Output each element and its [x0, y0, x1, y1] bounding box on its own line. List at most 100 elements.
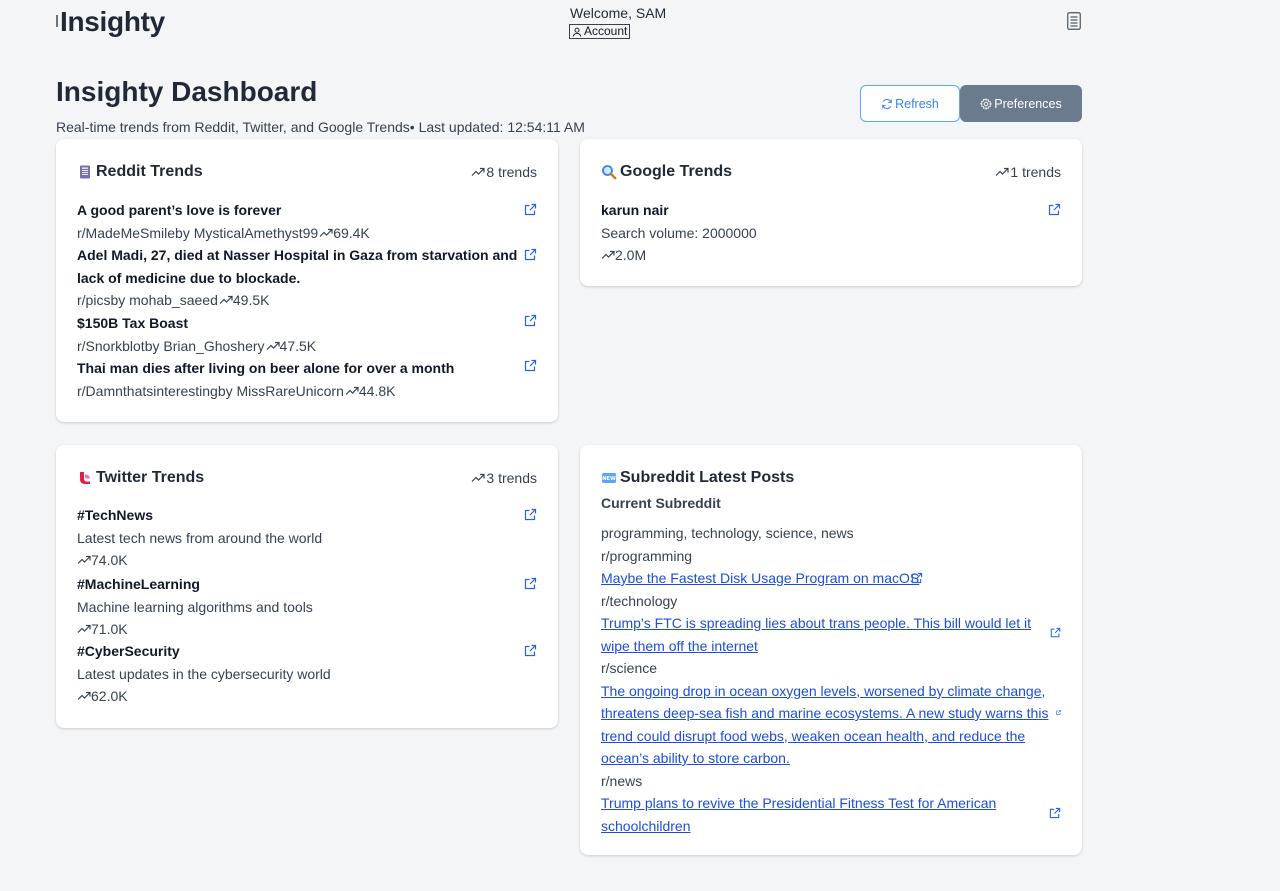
external-link-icon[interactable] [1050, 627, 1061, 638]
subreddit-name: r/science [601, 660, 658, 676]
external-link-icon[interactable] [524, 508, 537, 521]
external-link-icon[interactable] [524, 203, 537, 216]
list-item[interactable]: #TechNews Latest tech news from around t… [77, 504, 537, 571]
list-item[interactable]: $150B Tax Boast r/Snorkblotby Brian_Ghos… [77, 312, 537, 357]
reddit-title-text: Reddit Trends [96, 163, 203, 180]
external-link-icon[interactable] [1056, 709, 1061, 715]
post-score: 47.5K [279, 337, 317, 354]
current-subreddit-label: Current Subreddit [601, 495, 721, 511]
twitter-count: 3 trends [471, 470, 537, 486]
gear-icon [980, 97, 993, 110]
post-title[interactable]: Thai man dies after living on beer alone… [77, 357, 522, 380]
post-meta: r/Snorkblotby Brian_Ghoshery 47.5K [77, 335, 537, 357]
external-link-icon[interactable] [911, 572, 923, 584]
trend-score-row: 2.0M [601, 244, 1061, 266]
list-item[interactable]: Adel Madi, 27, died at Nasser Hospital i… [77, 244, 537, 311]
external-link-icon[interactable] [524, 314, 537, 327]
hashtag-description: Machine learning algorithms and tools [77, 598, 313, 615]
post-title[interactable]: A good parent’s love is forever [77, 199, 522, 222]
reddit-card-title: Reddit Trends [77, 163, 203, 181]
post-meta: r/picsby mohab_saeed 49.5K [77, 289, 537, 311]
hashtag-score: 62.0K [91, 687, 128, 704]
post-link[interactable]: The ongoing drop in ocean oxygen levels,… [601, 683, 1048, 767]
brand-mark [56, 15, 58, 27]
top-bar: Insighty Welcome, SAM Account [0, 0, 1280, 50]
brand-logo[interactable]: Insighty [60, 6, 165, 38]
new-badge-icon: NEW [602, 473, 616, 483]
preferences-button[interactable]: Preferences [960, 85, 1082, 122]
google-count: 1 trends [995, 164, 1061, 180]
bird-icon [80, 472, 90, 484]
notebook-icon [80, 165, 90, 179]
google-title-text: Google Trends [620, 163, 733, 180]
post-title[interactable]: $150B Tax Boast [77, 312, 522, 335]
reddit-count-text: 8 trends [486, 164, 537, 180]
hashtag-title[interactable]: #TechNews [77, 504, 522, 527]
refresh-button[interactable]: Refresh [860, 85, 960, 122]
post-link-row[interactable]: Maybe the Fastest Disk Usage Program on … [601, 567, 1041, 590]
hashtag-title[interactable]: #MachineLearning [77, 573, 522, 596]
post-title[interactable]: Adel Madi, 27, died at Nasser Hospital i… [77, 244, 522, 289]
trending-up-icon [77, 555, 91, 564]
hashtag-score: 71.0K [91, 620, 128, 637]
post-score: 49.5K [232, 292, 270, 308]
external-link-icon[interactable] [1049, 807, 1061, 819]
post-link-row[interactable]: The ongoing drop in ocean oxygen levels,… [601, 680, 1061, 770]
refresh-label: Refresh [895, 96, 939, 111]
reddit-trends-card: Reddit Trends 8 trends A good parent’s l… [56, 139, 558, 422]
subreddit-title-text: Subreddit Latest Posts [620, 469, 795, 486]
trending-up-icon [995, 167, 1010, 176]
subreddit-body: Current Subreddit programming, technolog… [601, 495, 1061, 837]
post-author: r/picsby mohab_saeed [77, 292, 218, 308]
twitter-title-text: Twitter Trends [96, 469, 205, 486]
hashtag-description: Latest updates in the cybersecurity worl… [77, 665, 331, 682]
post-score: 44.8K [358, 382, 396, 399]
trending-up-icon [266, 341, 280, 350]
trending-up-icon [345, 386, 359, 395]
list-item[interactable]: #CyberSecurity Latest updates in the cyb… [77, 640, 537, 707]
external-link-icon[interactable] [1048, 203, 1061, 216]
hashtag-score: 74.0K [91, 551, 128, 568]
magnifier-icon [602, 165, 617, 180]
trending-up-icon [77, 691, 91, 700]
external-link-icon[interactable] [524, 248, 537, 261]
current-subreddit-value: programming, technology, science, news [601, 525, 854, 541]
post-link[interactable]: Maybe the Fastest Disk Usage Program on … [601, 570, 919, 586]
post-author: r/MadeMeSmileby MysticalAmethyst99 [77, 224, 319, 241]
search-volume: Search volume: 2000000 [601, 224, 757, 241]
post-meta: r/MadeMeSmileby MysticalAmethyst99 69.4K [77, 222, 537, 244]
google-count-text: 1 trends [1010, 164, 1061, 180]
list-item[interactable]: #MachineLearning Machine learning algori… [77, 573, 537, 640]
refresh-icon [882, 98, 892, 109]
post-link-row[interactable]: Trump plans to revive the Presidential F… [601, 792, 1061, 837]
trending-up-icon [471, 167, 486, 176]
menu-icon[interactable] [1067, 12, 1081, 30]
post-link[interactable]: Trump’s FTC is spreading lies about tran… [601, 615, 1031, 654]
trend-score: 2.0M [615, 246, 647, 263]
post-author: r/Damnthatsinterestingby MissRareUnicorn [77, 382, 344, 399]
account-button[interactable]: Account [569, 24, 631, 39]
post-author: r/Snorkblotby Brian_Ghoshery [77, 337, 265, 354]
post-link-row[interactable]: Trump’s FTC is spreading lies about tran… [601, 612, 1061, 657]
list-item[interactable]: Thai man dies after living on beer alone… [77, 357, 537, 402]
account-label: Account [584, 24, 628, 38]
hashtag-title[interactable]: #CyberSecurity [77, 640, 522, 663]
external-link-icon[interactable] [524, 359, 537, 372]
trending-up-icon [601, 250, 615, 259]
post-meta: r/Damnthatsinterestingby MissRareUnicorn… [77, 380, 537, 402]
subreddit-name: r/programming [601, 547, 693, 564]
external-link-icon[interactable] [524, 577, 537, 590]
trending-up-icon [319, 228, 333, 237]
google-card-title: Google Trends [601, 163, 732, 181]
post-link[interactable]: Trump plans to revive the Presidential F… [601, 795, 996, 834]
external-link-icon[interactable] [524, 644, 537, 657]
subreddit-name: r/news [601, 772, 643, 789]
user-icon [572, 27, 582, 37]
reddit-count: 8 trends [471, 164, 537, 180]
list-item[interactable]: A good parent’s love is forever r/MadeMe… [77, 199, 537, 244]
trend-title[interactable]: karun nair [601, 199, 1046, 222]
list-item[interactable]: karun nair Search volume: 2000000 2.0M [601, 199, 1061, 266]
page-subtitle: Real-time trends from Reddit, Twitter, a… [56, 119, 585, 135]
hashtag-score-row: 71.0K [77, 618, 537, 640]
hashtag-description: Latest tech news from around the world [77, 529, 323, 546]
